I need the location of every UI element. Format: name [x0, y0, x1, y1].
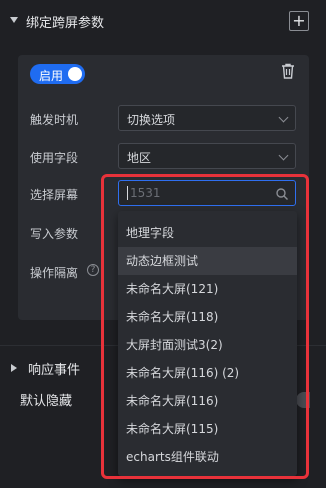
response-events-title[interactable]: 响应事件 — [28, 359, 80, 378]
toggle-label: 启用 — [39, 69, 64, 83]
default-hidden-label: 默认隐藏 — [20, 394, 73, 409]
trash-icon[interactable] — [281, 63, 295, 79]
write-param-label: 写入参数 — [30, 227, 79, 241]
toggle-knob — [68, 67, 82, 81]
section-title: 绑定跨屏参数 — [26, 16, 105, 31]
caret-right-icon[interactable] — [11, 364, 17, 372]
trigger-timing-select[interactable]: 切换选项 — [118, 105, 296, 131]
section-header[interactable]: 绑定跨屏参数 + — [0, 0, 326, 42]
chevron-down-icon — [278, 112, 289, 123]
trigger-timing-value: 切换选项 — [127, 113, 176, 127]
use-field-label: 使用字段 — [30, 151, 79, 165]
enable-toggle[interactable]: 启用 — [30, 64, 85, 84]
select-screen-label: 选择屏幕 — [30, 188, 79, 202]
use-field-value: 地区 — [127, 151, 152, 165]
add-button[interactable]: + — [289, 11, 309, 31]
help-icon[interactable]: ? — [87, 264, 99, 276]
use-field-select[interactable]: 地区 — [118, 143, 296, 169]
caret-down-icon[interactable] — [10, 17, 18, 23]
operation-isolation-label: 操作隔离 — [30, 266, 79, 280]
trigger-timing-label: 触发时机 — [30, 113, 79, 127]
annotation-highlight-box — [101, 174, 309, 479]
chevron-down-icon — [278, 150, 289, 161]
